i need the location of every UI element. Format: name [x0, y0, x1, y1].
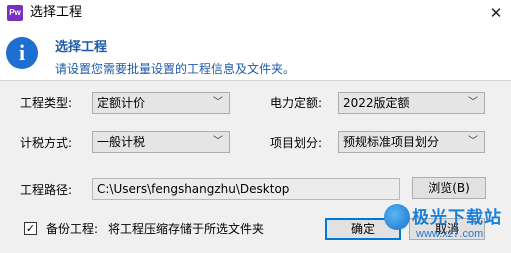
item-division-select[interactable]: 预规标准项目划分 ﹀ — [338, 131, 485, 153]
watermark-logo-icon — [384, 204, 410, 230]
project-type-label: 工程类型: — [20, 96, 73, 110]
window-title: 选择工程 — [30, 5, 83, 20]
title-bar: Pw 选择工程 ✕ — [0, 0, 511, 26]
banner-description: 请设置您需要批量设置的工程信息及文件夹。 — [55, 62, 296, 76]
backup-label: 备份工程: — [46, 222, 99, 236]
close-icon: ✕ — [489, 4, 503, 22]
item-division-value: 预规标准项目划分 — [343, 135, 440, 149]
tax-method-label: 计税方式: — [20, 136, 73, 150]
item-division-label: 项目划分: — [270, 136, 323, 150]
app-icon: Pw — [7, 5, 23, 21]
chevron-down-icon: ﹀ — [213, 97, 223, 108]
browse-button[interactable]: 浏览(B) — [412, 177, 486, 199]
power-quota-select[interactable]: 2022版定额 ﹀ — [338, 92, 485, 114]
backup-checkbox[interactable]: ✓ — [24, 222, 37, 235]
watermark-url: www.xz7.com — [416, 228, 484, 240]
watermark-title: 极光下载站 — [412, 208, 502, 228]
close-button[interactable]: ✕ — [481, 0, 511, 26]
checkmark-icon: ✓ — [25, 222, 36, 235]
chevron-down-icon: ﹀ — [213, 136, 223, 147]
tax-method-select[interactable]: 一般计税 ﹀ — [92, 131, 230, 153]
chevron-down-icon: ﹀ — [468, 97, 478, 108]
project-type-select[interactable]: 定额计价 ﹀ — [92, 92, 230, 114]
info-icon: i — [6, 37, 38, 69]
project-path-value: C:\Users\fengshangzhu\Desktop — [97, 182, 290, 196]
project-path-field[interactable]: C:\Users\fengshangzhu\Desktop — [92, 178, 400, 200]
power-quota-value: 2022版定额 — [343, 96, 410, 110]
header-banner: i 选择工程 请设置您需要批量设置的工程信息及文件夹。 — [0, 26, 511, 81]
tax-method-value: 一般计税 — [97, 135, 146, 149]
select-project-dialog: Pw 选择工程 ✕ i 选择工程 请设置您需要批量设置的工程信息及文件夹。 工程… — [0, 0, 511, 253]
project-path-label: 工程路径: — [20, 183, 73, 197]
power-quota-label: 电力定额: — [270, 96, 323, 110]
chevron-down-icon: ﹀ — [468, 136, 478, 147]
site-watermark: 极光下载站 www.xz7.com — [384, 200, 511, 250]
project-type-value: 定额计价 — [97, 96, 146, 110]
banner-title: 选择工程 — [55, 40, 108, 55]
backup-description: 将工程压缩存储于所选文件夹 — [108, 222, 265, 236]
